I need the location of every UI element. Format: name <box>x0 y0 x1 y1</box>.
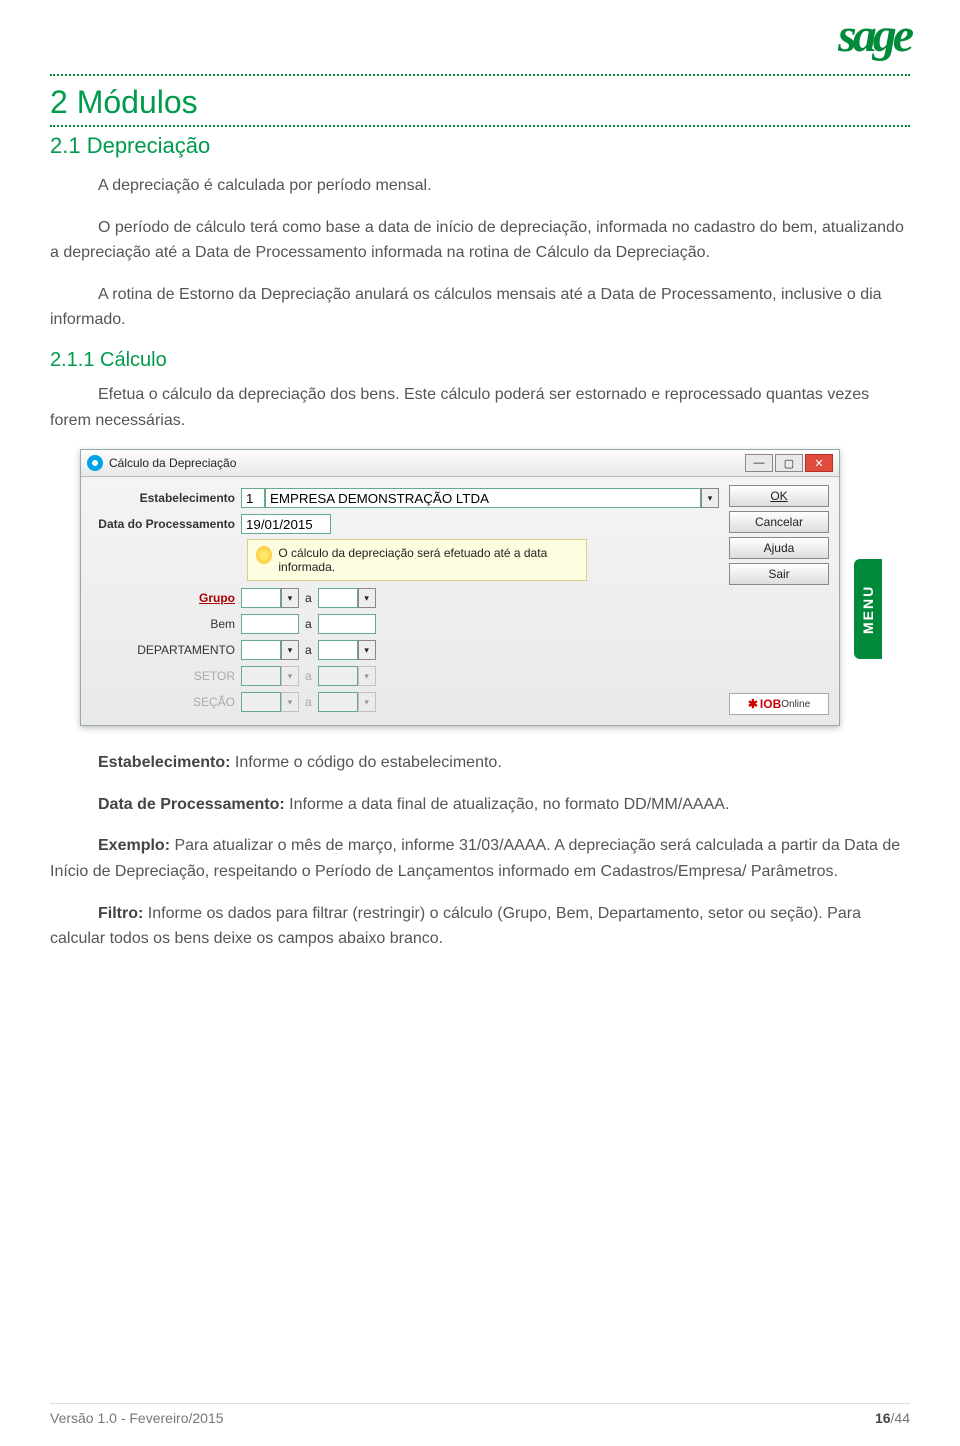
label-secao: SEÇÃO <box>91 695 241 709</box>
secao-to-input <box>318 692 358 712</box>
maximize-button[interactable]: ▢ <box>775 454 803 472</box>
range-sep: a <box>299 669 318 683</box>
dropdown-button-disabled: ▾ <box>358 666 376 686</box>
heading-2: 2.1 Depreciação <box>50 133 910 159</box>
label-grupo[interactable]: Grupo <box>91 591 241 605</box>
iob-online-button[interactable]: ✱ IOBOnline <box>729 693 829 715</box>
secao-from-input <box>241 692 281 712</box>
def-text: Para atualizar o mês de março, informe 3… <box>50 837 900 880</box>
document-page: 2 Módulos 2.1 Depreciação A depreciação … <box>0 0 960 1028</box>
sage-logo: sage <box>838 8 910 63</box>
definition-filtro: Filtro: Informe os dados para filtrar (r… <box>50 901 910 952</box>
dept-from-input[interactable] <box>241 640 281 660</box>
heading-1: 2 Módulos <box>50 84 910 121</box>
paragraph: A rotina de Estorno da Depreciação anula… <box>50 282 910 333</box>
def-label: Exemplo: <box>98 837 170 854</box>
version-text: Versão 1.0 - Fevereiro/2015 <box>50 1410 224 1426</box>
def-text: Informe o código do estabelecimento. <box>230 754 501 771</box>
range-sep: a <box>299 591 318 605</box>
dropdown-button[interactable]: ▾ <box>281 640 299 660</box>
calc-depreciation-dialog: Cálculo da Depreciação — ▢ ✕ Estabelecim… <box>80 449 840 726</box>
menu-side-tab[interactable]: MENU <box>854 559 882 659</box>
lightbulb-icon <box>256 546 272 564</box>
page-footer: Versão 1.0 - Fevereiro/2015 16/44 <box>50 1403 910 1426</box>
data-processamento-input[interactable] <box>241 514 331 534</box>
divider <box>50 74 910 76</box>
dialog-titlebar: Cálculo da Depreciação — ▢ ✕ <box>81 450 839 477</box>
bem-to-input[interactable] <box>318 614 376 634</box>
dropdown-button[interactable]: ▾ <box>281 588 299 608</box>
app-icon <box>87 455 103 471</box>
dropdown-button-disabled: ▾ <box>281 692 299 712</box>
def-label: Filtro: <box>98 905 143 922</box>
dialog-screenshot: Cálculo da Depreciação — ▢ ✕ Estabelecim… <box>80 449 880 726</box>
estabelecimento-code-input[interactable] <box>241 488 265 508</box>
page-number: 16/44 <box>875 1410 910 1426</box>
label-departamento: DEPARTAMENTO <box>91 643 241 657</box>
definition-estabelecimento: Estabelecimento: Informe o código do est… <box>50 750 910 776</box>
grupo-to-input[interactable] <box>318 588 358 608</box>
def-label: Estabelecimento: <box>98 754 230 771</box>
definition-data-proc: Data de Processamento: Informe a data fi… <box>50 792 910 818</box>
label-data-proc: Data do Processamento <box>91 517 241 531</box>
range-sep: a <box>299 695 318 709</box>
paragraph: O período de cálculo terá como base a da… <box>50 215 910 266</box>
exit-button[interactable]: Sair <box>729 563 829 585</box>
paragraph: A depreciação é calculada por período me… <box>50 173 910 199</box>
dropdown-button-disabled: ▾ <box>358 692 376 712</box>
estabelecimento-name-input[interactable] <box>265 488 701 508</box>
setor-to-input <box>318 666 358 686</box>
dropdown-button[interactable]: ▾ <box>358 588 376 608</box>
label-bem: Bem <box>91 617 241 631</box>
bem-from-input[interactable] <box>241 614 299 634</box>
close-button[interactable]: ✕ <box>805 454 833 472</box>
dropdown-button[interactable]: ▾ <box>358 640 376 660</box>
def-label: Data de Processamento: <box>98 796 285 813</box>
note-text: O cálculo da depreciação será efetuado a… <box>278 546 578 574</box>
setor-from-input <box>241 666 281 686</box>
label-setor: SETOR <box>91 669 241 683</box>
grupo-from-input[interactable] <box>241 588 281 608</box>
cancel-button[interactable]: Cancelar <box>729 511 829 533</box>
minimize-button[interactable]: — <box>745 454 773 472</box>
star-icon: ✱ <box>748 697 758 711</box>
label-estabelecimento: Estabelecimento <box>91 491 241 505</box>
range-sep: a <box>299 643 318 657</box>
def-text: Informe a data final de atualização, no … <box>285 796 730 813</box>
divider <box>50 125 910 127</box>
dropdown-button-disabled: ▾ <box>281 666 299 686</box>
definition-exemplo: Exemplo: Para atualizar o mês de março, … <box>50 833 910 884</box>
def-text: Informe os dados para filtrar (restringi… <box>50 905 861 948</box>
info-note: O cálculo da depreciação será efetuado a… <box>247 539 587 581</box>
heading-3: 2.1.1 Cálculo <box>50 349 910 372</box>
paragraph: Efetua o cálculo da depreciação dos bens… <box>50 382 910 433</box>
dept-to-input[interactable] <box>318 640 358 660</box>
range-sep: a <box>299 617 318 631</box>
dropdown-button[interactable]: ▾ <box>701 488 719 508</box>
help-button[interactable]: Ajuda <box>729 537 829 559</box>
dialog-title-text: Cálculo da Depreciação <box>109 456 236 470</box>
ok-button[interactable]: OK <box>729 485 829 507</box>
